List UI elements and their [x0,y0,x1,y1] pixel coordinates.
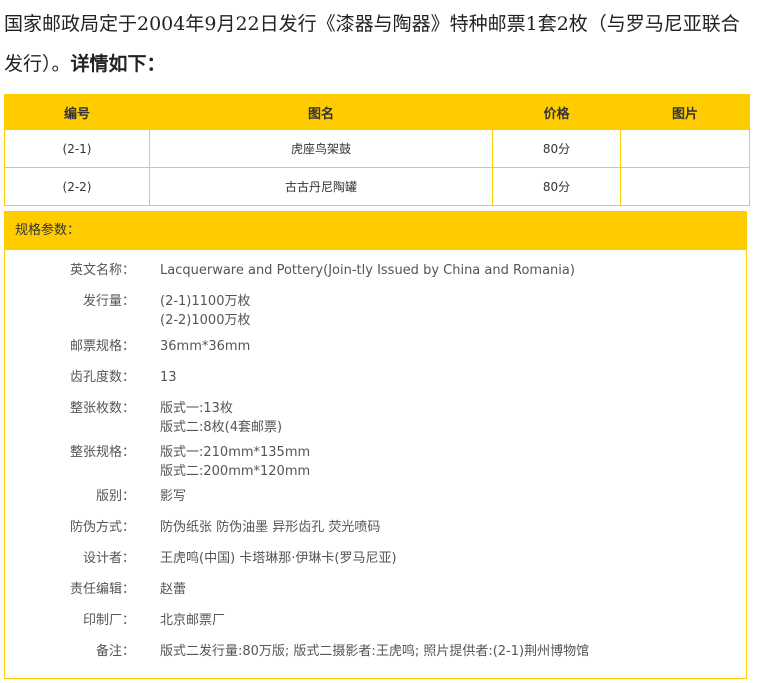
spec-value: 版式一:210mm*135mm 版式二:200mm*120mm [160,443,740,481]
spec-value-line: 防伪纸张 防伪油墨 异形齿孔 荧光喷码 [160,520,381,535]
spec-label: 备注： [95,644,135,659]
spec-label: 整张枚数： [69,401,135,416]
spec-label: 设计者： [82,551,135,566]
spec-label: 齿孔度数： [69,370,135,385]
cell-name: 古古丹尼陶罐 [149,167,493,206]
intro-heading: 国家邮政局定于2004年9月22日发行《漆器与陶器》特种邮票1套2枚（与罗马尼亚… [4,4,752,84]
spec-value-line: 版式二:8枚(4套邮票) [160,420,283,435]
stamp-table: 编号 图名 价格 图片 (2-1) 虎座鸟架鼓 80分 (2-2) 古古丹尼陶罐… [4,94,750,206]
spec-value-line: 版式二发行量:80万版; 版式二摄影者:王虎鸣; 照片提供者:(2-1)荆州博物… [160,644,590,659]
cell-image [620,129,750,168]
spec-value: 13 [160,368,740,387]
header-number: 编号 [4,94,150,130]
spec-value-line: 版式二:200mm*120mm [160,464,311,479]
spec-label: 责任编辑： [69,582,135,597]
spec-value-line: 13 [160,370,177,385]
header-image: 图片 [620,94,750,130]
cell-price: 80分 [492,167,621,206]
spec-label: 版别： [95,489,135,504]
table-header-row: 编号 图名 价格 图片 [4,94,750,130]
spec-value-line: (2-1)1100万枚 [160,294,251,309]
spec-value-line: 36mm*36mm [160,339,251,354]
header-price: 价格 [492,94,621,130]
spec-value: 版式一:13枚版式二:8枚(4套邮票) [160,399,740,437]
cell-image [620,167,750,206]
spec-value: 赵蕾 [160,580,740,599]
spec-value-line: 北京邮票厂 [160,613,226,628]
spec-value-line: 版式一:13枚 [160,401,233,416]
spec-label: 英文名称： [69,263,135,278]
cell-number: (2-1) [4,129,150,168]
spec-value: (2-1)1100万枚 (2-2)1000万枚 [160,292,740,330]
spec-value: 防伪纸张 防伪油墨 异形齿孔 荧光喷码 [160,518,740,537]
spec-value-line: 影写 [160,489,187,504]
spec-label: 整张规格： [69,445,135,460]
spec-label: 印制厂： [82,613,135,628]
spec-value: 36mm*36mm [160,337,740,356]
table-row: (2-1) 虎座鸟架鼓 80分 [4,129,750,168]
spec-label: 邮票规格： [69,339,135,354]
spec-value-line: (2-2)1000万枚 [160,313,251,328]
cell-number: (2-2) [4,167,150,206]
spec-value: 版式二发行量:80万版; 版式二摄影者:王虎鸣; 照片提供者:(2-1)荆州博物… [160,642,740,661]
spec-value: Lacquerware and Pottery(Join-tly Issued … [160,261,740,280]
spec-value-line: 王虎鸣(中国) 卡塔琳那·伊琳卡(罗马尼亚) [160,551,397,566]
spec-value: 北京邮票厂 [160,611,740,630]
intro-tail: 详情如下： [70,53,166,75]
spec-value-line: 赵蕾 [160,582,187,597]
header-name: 图名 [149,94,493,130]
cell-name: 虎座鸟架鼓 [149,129,493,168]
spec-value: 影写 [160,487,740,506]
spec-value-line: Lacquerware and Pottery(Join-tly Issued … [160,263,575,278]
cell-price: 80分 [492,129,621,168]
spec-value: 王虎鸣(中国) 卡塔琳那·伊琳卡(罗马尼亚) [160,549,740,568]
spec-heading: 规格参数： [5,212,746,250]
spec-label: 发行量： [82,294,135,309]
spec-label: 防伪方式： [69,520,135,535]
spec-panel: 规格参数： 英文名称： Lacquerware and Pottery(Join… [4,211,747,679]
table-row: (2-2) 古古丹尼陶罐 80分 [4,167,750,206]
spec-value-line: 版式一:210mm*135mm [160,445,311,460]
